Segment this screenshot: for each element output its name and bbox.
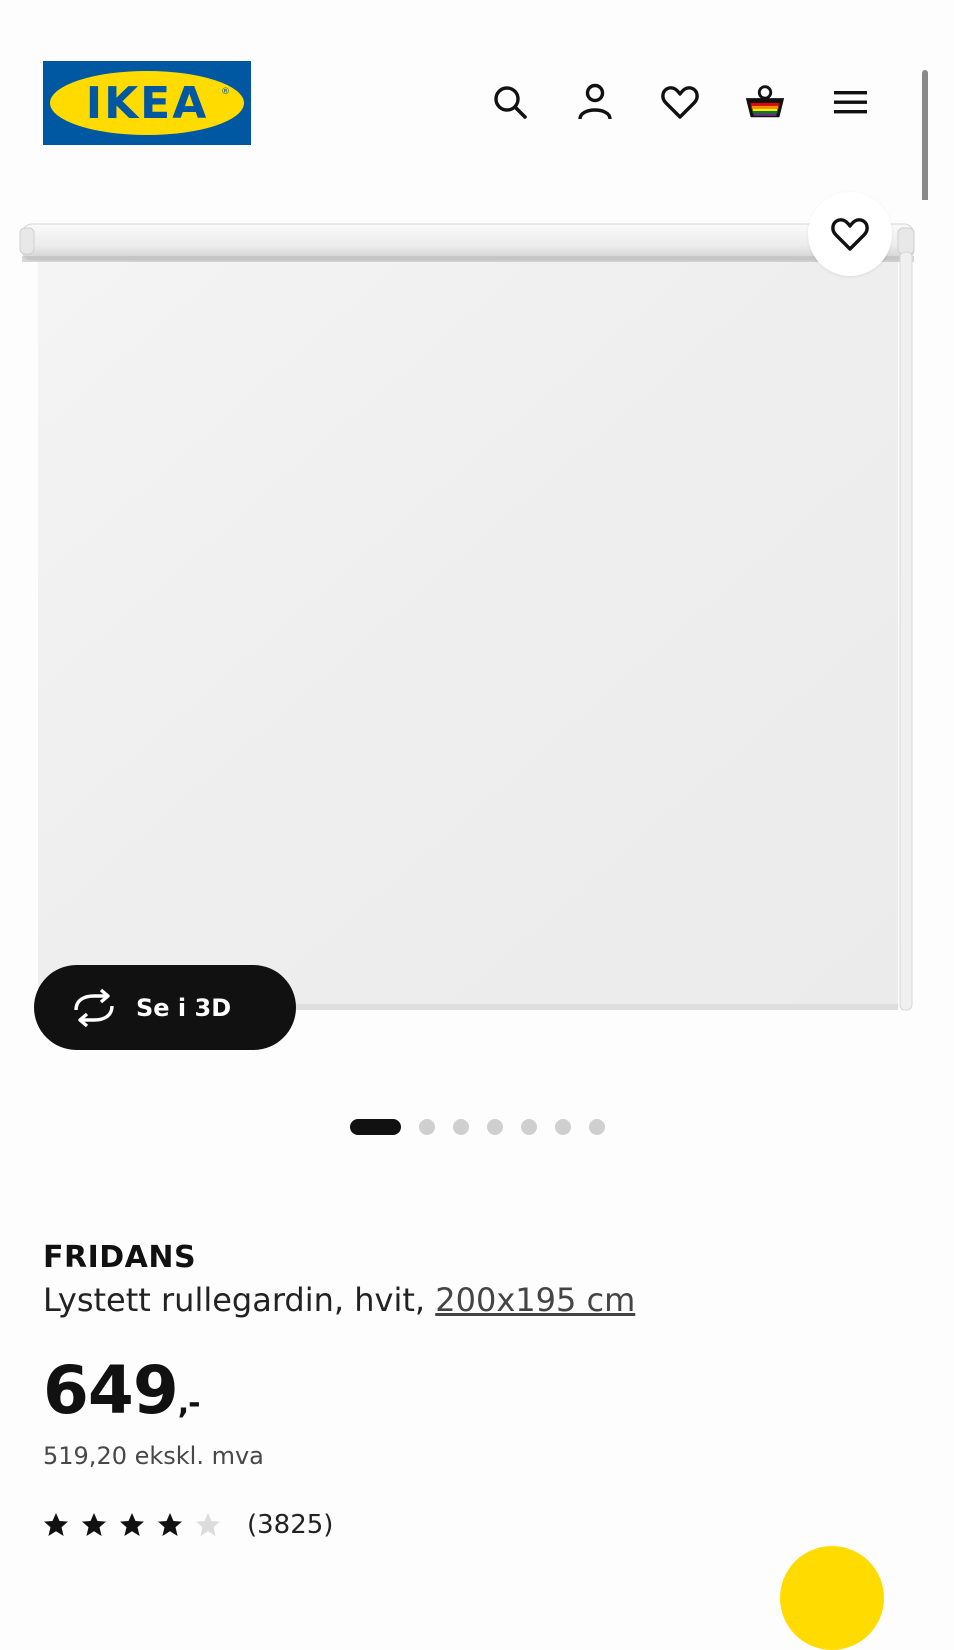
gallery-dot[interactable] — [554, 1119, 571, 1135]
product-rating[interactable]: (3825) — [43, 1510, 333, 1540]
rating-stars — [43, 1512, 233, 1538]
product-description: Lystett rullegardin, hvit, 200x195 cm — [43, 1281, 635, 1319]
basket-icon[interactable] — [743, 80, 787, 124]
gallery-dot-active[interactable] — [349, 1119, 401, 1135]
view-in-3d-label: Se i 3D — [136, 993, 232, 1022]
gallery-dot[interactable] — [418, 1119, 435, 1135]
product-description-text: Lystett rullegardin, hvit, — [43, 1281, 436, 1319]
gallery-pagination — [0, 1116, 954, 1138]
heart-icon — [831, 218, 869, 251]
product-size-link[interactable]: 200x195 cm — [435, 1281, 635, 1319]
star-filled-icon — [82, 1513, 106, 1536]
site-header: IKEA ® — [0, 0, 954, 190]
add-to-wishlist-button[interactable] — [808, 192, 892, 276]
price-main: 649 — [43, 1352, 179, 1429]
product-image-gallery[interactable] — [0, 192, 954, 1080]
price-ex-vat: 519,20 ekskl. mva — [43, 1442, 264, 1470]
user-icon[interactable] — [573, 80, 617, 124]
gallery-dot[interactable] — [520, 1119, 537, 1135]
gallery-dot[interactable] — [588, 1119, 605, 1135]
star-empty-icon — [196, 1513, 220, 1536]
product-image — [19, 223, 915, 1011]
menu-icon[interactable] — [828, 80, 872, 124]
star-filled-icon — [44, 1513, 68, 1536]
price-suffix: ,- — [177, 1386, 201, 1421]
review-count: (3825) — [247, 1510, 334, 1540]
logo-oval: IKEA ® — [50, 71, 244, 135]
ikea-logo[interactable]: IKEA ® — [43, 61, 251, 145]
registered-mark: ® — [221, 87, 230, 97]
logo-text: IKEA — [85, 77, 209, 129]
rotate-3d-icon — [70, 986, 120, 1030]
heart-icon[interactable] — [658, 80, 702, 124]
product-price: 649,- — [43, 1352, 201, 1429]
search-icon[interactable] — [488, 80, 532, 124]
view-in-3d-button[interactable]: Se i 3D — [34, 965, 296, 1050]
gallery-dot[interactable] — [486, 1119, 503, 1135]
product-brand: FRIDANS — [43, 1240, 197, 1275]
star-filled-icon — [158, 1513, 182, 1536]
star-filled-icon — [120, 1513, 144, 1536]
floating-action-button[interactable] — [780, 1546, 884, 1650]
gallery-dot[interactable] — [452, 1119, 469, 1135]
